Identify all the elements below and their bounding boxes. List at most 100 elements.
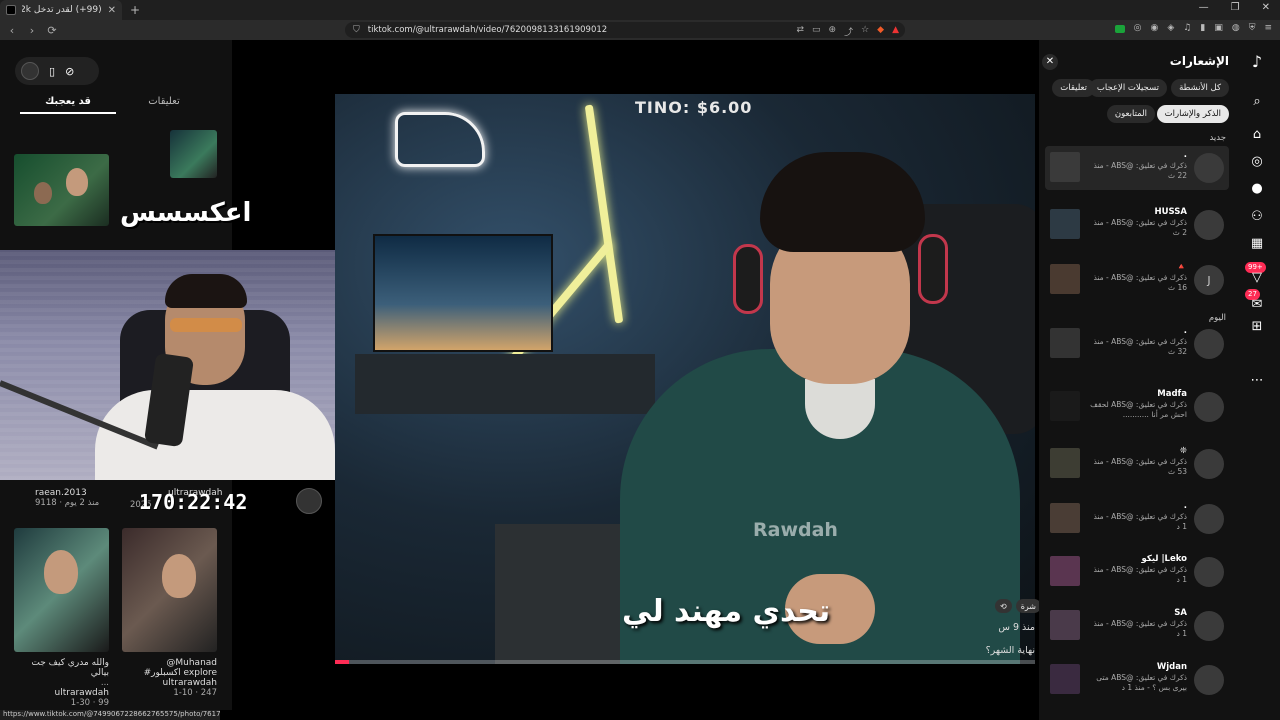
reload-icon[interactable]: ⟳ [44,24,60,37]
tab-you-may-like[interactable]: قد يعجبك [20,92,116,114]
back-icon[interactable]: ‹ [4,24,20,37]
menu-icon[interactable]: ≡ [1264,23,1272,33]
avatar[interactable] [1194,210,1224,240]
live-icon[interactable]: ▦ [1247,234,1267,254]
notification-video-thumbnail[interactable] [1050,664,1080,694]
new-tab-button[interactable]: + [130,3,140,17]
notification-item[interactable]: . ذكرك في تعليق: @ABS - منذ 1 د [1045,497,1229,541]
translate-icon[interactable]: ⇄ [796,25,804,38]
chip-all-activity[interactable]: كل الأنشطة [1171,79,1229,97]
notification-video-thumbnail[interactable] [1050,556,1080,586]
brave-shield-icon[interactable]: ◆ [877,25,884,38]
notification-username[interactable]: SA [1174,608,1187,618]
chip-likes[interactable]: تسجيلات الإعجاب [1088,79,1167,97]
chip-comments[interactable]: تعليقات [1052,79,1095,97]
card-username[interactable]: raean.2013 [35,488,99,498]
share-icon[interactable]: ⤴ [844,25,853,38]
notification-item[interactable]: Wjdan ذكرك في تعليق: @ABS متى بيرى بس ؟ -… [1045,658,1229,702]
notification-item[interactable]: Leko| ليكو ذكرك في تعليق: @ABS - منذ 1 د [1045,550,1229,594]
more-icon[interactable]: ⋯ [1247,371,1267,391]
shield-icon[interactable]: ⛨ [1249,23,1256,33]
video-thumbnail[interactable] [122,528,217,652]
tiktok-logo-icon[interactable]: ♪ [1247,52,1267,72]
video-thumbnail[interactable] [170,130,217,178]
avatar[interactable] [1194,392,1224,422]
card-username[interactable]: ultrarawdah [14,688,109,698]
upload-icon[interactable]: ⊞ [1247,317,1267,337]
chip-followers[interactable]: المتابعون [1106,105,1155,123]
star-icon[interactable]: ☆ [861,25,869,38]
notification-item[interactable]: ❊ ذكرك في تعليق: @ABS - منذ 53 ث [1045,442,1229,486]
messages-icon[interactable]: ✉ [1247,295,1267,315]
close-window-icon[interactable]: ✕ [1262,2,1270,13]
avatar[interactable] [1194,449,1224,479]
avatar[interactable] [1194,329,1224,359]
friends-icon[interactable]: ⚇ [1247,207,1267,227]
notification-video-thumbnail[interactable] [1050,610,1080,640]
maximize-icon[interactable]: ❐ [1231,2,1240,13]
notification-video-thumbnail[interactable] [1050,328,1080,358]
avatar[interactable] [1194,611,1224,641]
notification-video-thumbnail[interactable] [1050,503,1080,533]
notification-username[interactable]: Madfa [1157,389,1187,399]
avatar[interactable] [1194,504,1224,534]
video-progress-bar[interactable] [335,660,1035,664]
music-icon[interactable]: ♫ [1183,23,1191,33]
extension-icon[interactable]: ◉ [1151,23,1159,33]
home-icon[interactable]: ⌂ [1247,125,1267,145]
notification-username[interactable]: . [1184,326,1187,336]
avatar[interactable]: J [1194,265,1224,295]
profile-avatar[interactable]: ● [1247,179,1267,199]
extension-green-icon[interactable] [1114,25,1125,33]
notification-video-thumbnail[interactable] [1050,152,1080,182]
cast-icon[interactable]: ▭ [812,25,821,38]
avatar[interactable] [296,488,322,514]
notification-video-thumbnail[interactable] [1050,264,1080,294]
inbox-icon[interactable]: ▽ [1247,268,1267,288]
minimize-icon[interactable]: — [1199,2,1209,13]
notification-username[interactable]: Leko| ليكو [1142,554,1187,564]
rewards-icon[interactable]: ▲ [892,25,899,38]
notification-item[interactable]: . ذكرك في تعليق: @ABS - منذ 32 ث [1045,322,1229,366]
video-player[interactable]: TINO: $6.00 Rawdah تحدي مهند لي [335,94,1035,664]
video-thumbnail[interactable] [14,528,109,652]
tab-comments[interactable]: تعليقات [116,92,212,114]
url-field[interactable]: ⛉ tiktok.com/@ultrarawdah/video/76200981… [345,22,905,38]
notification-item[interactable]: Madfa ذكرك في تعليق: @ABS لحقف احش مر أنا… [1045,385,1229,429]
notification-video-thumbnail[interactable] [1050,209,1080,239]
browser-tab[interactable]: (99+) لقدر تدخل 2k قبل نهاية الشهر ✕ [0,0,122,20]
phone-icon[interactable]: ▯ [49,65,55,78]
notification-username[interactable]: . [1184,150,1187,160]
notification-username[interactable]: ❊ [1180,446,1187,456]
zoom-icon[interactable]: ⊕ [829,25,837,38]
repost-icon[interactable]: ⟲ [995,599,1012,613]
notification-item[interactable]: HUSSA ذكرك في تعليق: @ABS - منذ 2 ث [1045,203,1229,247]
bookmark-icon[interactable]: ⛉ [353,25,360,35]
vpn-icon[interactable]: ◍ [1232,23,1240,33]
notification-username[interactable]: . [1184,501,1187,511]
avatar[interactable] [21,62,39,80]
avatar[interactable] [1194,665,1224,695]
video-thumbnail[interactable] [14,154,109,226]
notification-username[interactable]: Wjdan [1157,662,1187,672]
notification-item[interactable]: SA ذكرك في تعليق: @ABS - منذ 1 د [1045,604,1229,648]
notification-video-thumbnail[interactable] [1050,448,1080,478]
extension-icon[interactable]: ◎ [1134,23,1142,33]
notification-username[interactable]: 🔺 [1176,262,1187,272]
notification-item[interactable]: . ذكرك في تعليق: @ABS - منذ 22 ث [1045,146,1229,190]
share-button[interactable]: شرة [1015,599,1042,613]
wallet-icon[interactable]: ▣ [1214,23,1223,33]
compass-icon[interactable]: ⊘ [65,65,74,78]
notification-username[interactable]: HUSSA [1155,207,1187,217]
forward-icon[interactable]: › [24,24,40,37]
chip-mentions[interactable]: الذكر والإشارات [1156,105,1229,123]
extension-icon[interactable]: ◈ [1167,23,1174,33]
close-icon[interactable]: ✕ [1042,54,1058,70]
sidebar-icon[interactable]: ▮ [1200,23,1205,33]
notification-item[interactable]: J 🔺 ذكرك في تعليق: @ABS - منذ 16 ث [1045,258,1229,302]
avatar[interactable] [1194,153,1224,183]
notification-video-thumbnail[interactable] [1050,391,1080,421]
search-icon[interactable]: ⌕ [1247,92,1267,112]
explore-icon[interactable]: ◎ [1247,152,1267,172]
close-tab-icon[interactable]: ✕ [108,5,116,16]
